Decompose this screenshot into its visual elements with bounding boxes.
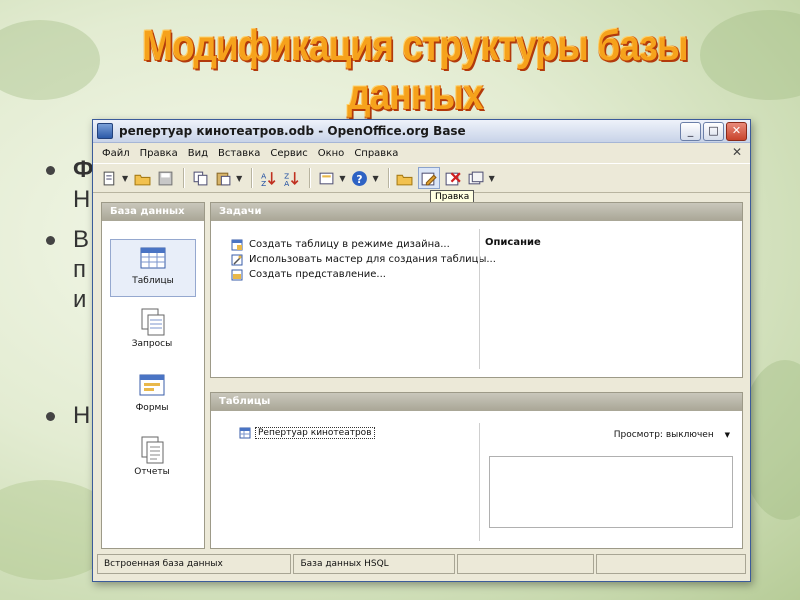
chevron-down-icon[interactable]: ▼: [372, 174, 378, 183]
menu-file[interactable]: Файл: [97, 148, 135, 159]
task-create-table-design[interactable]: Создать таблицу в режиме дизайна...: [231, 237, 496, 252]
forms-icon: [139, 374, 165, 396]
nav-forms[interactable]: Формы: [110, 367, 194, 423]
tables-icon: [140, 247, 166, 269]
status-cell-empty: [457, 554, 595, 574]
menubar: Файл Правка Вид Вставка Сервис Окно Спра…: [93, 143, 750, 163]
queries-icon: [141, 308, 165, 336]
preview-label: Просмотр: выключен: [613, 430, 714, 440]
maximize-button[interactable]: □: [703, 122, 724, 141]
table-item[interactable]: Репертуар кинотеатров: [239, 427, 375, 439]
openoffice-base-window: репертуар кинотеатров.odb - OpenOffice.o…: [92, 119, 751, 582]
svg-text:Z: Z: [261, 178, 266, 186]
preview-area: [489, 456, 733, 528]
nav-tables[interactable]: Таблицы: [110, 239, 196, 297]
task-label: Создать таблицу в режиме дизайна...: [249, 239, 450, 250]
nav-reports-label: Отчеты: [134, 467, 170, 477]
menu-insert[interactable]: Вставка: [213, 148, 265, 159]
open-folder-icon[interactable]: [132, 168, 152, 188]
reports-icon: [141, 436, 164, 464]
svg-text:?: ?: [356, 172, 362, 185]
sort-descending-icon[interactable]: ZA: [281, 168, 301, 188]
nav-tables-label: Таблицы: [132, 276, 174, 286]
window-titlebar[interactable]: репертуар кинотеатров.odb - OpenOffice.o…: [93, 120, 750, 143]
menu-window[interactable]: Окно: [313, 148, 350, 159]
help-icon[interactable]: ?: [349, 168, 369, 188]
chevron-down-icon: ▼: [724, 431, 730, 439]
nav-queries-label: Запросы: [131, 339, 173, 349]
chevron-down-icon[interactable]: ▼: [122, 174, 128, 183]
status-bar: Встроенная база данных База данных HSQL: [97, 554, 746, 574]
paste-icon[interactable]: [213, 168, 233, 188]
chevron-down-icon[interactable]: ▼: [339, 174, 345, 183]
wizard-icon: [231, 254, 243, 265]
status-embedded-db: Встроенная база данных: [97, 554, 292, 574]
status-cell-empty: [596, 554, 746, 574]
rename-icon[interactable]: [466, 168, 486, 188]
database-panel-header: База данных: [102, 203, 204, 221]
tasks-pane: Задачи Создать таблицу в режиме дизайна.…: [210, 202, 743, 378]
slide-title: Модификация структуры базы данных: [142, 22, 688, 119]
description-label: Описание: [485, 237, 541, 248]
minimize-button[interactable]: _: [680, 122, 701, 141]
table-item-label: Репертуар кинотеатров: [255, 427, 375, 439]
new-document-icon[interactable]: [99, 168, 119, 188]
bullet-line: и: [73, 286, 87, 313]
task-label: Создать представление...: [249, 269, 386, 280]
bullet-item: Ф: [46, 156, 93, 184]
window-title: репертуар кинотеатров.odb - OpenOffice.o…: [119, 124, 466, 138]
copy-icon[interactable]: [190, 168, 210, 188]
task-table-wizard[interactable]: Использовать мастер для создания таблицы…: [231, 252, 496, 267]
menu-edit[interactable]: Правка: [135, 148, 183, 159]
nav-queries[interactable]: Запросы: [110, 303, 194, 359]
bullet-item: В: [46, 226, 89, 254]
document-close-icon[interactable]: ✕: [732, 145, 742, 159]
menu-view[interactable]: Вид: [183, 148, 213, 159]
background-leaf: [0, 20, 100, 100]
tables-header: Таблицы: [211, 393, 742, 411]
bullet-item: Н: [46, 402, 90, 430]
app-icon: [97, 123, 113, 139]
task-create-view[interactable]: Создать представление...: [231, 267, 496, 282]
nav-forms-label: Формы: [135, 403, 169, 413]
close-button[interactable]: ✕: [726, 122, 747, 141]
task-label: Использовать мастер для создания таблицы…: [249, 254, 496, 265]
delete-icon[interactable]: [443, 168, 463, 188]
view-icon: [231, 269, 243, 280]
tables-pane: Таблицы Репертуар кинотеатров Просмотр: …: [210, 392, 743, 549]
chevron-down-icon[interactable]: ▼: [489, 174, 495, 183]
edit-icon[interactable]: [417, 167, 440, 189]
save-icon[interactable]: [155, 168, 175, 188]
open-database-object-icon[interactable]: [395, 168, 415, 188]
sort-ascending-icon[interactable]: AZ: [258, 168, 278, 188]
bullet-line: п: [73, 256, 86, 283]
bullet-line: Н: [73, 186, 91, 213]
preview-dropdown[interactable]: Просмотр: выключен ▼: [614, 430, 730, 440]
table-icon: [239, 427, 251, 439]
database-panel: База данных Таблицы Запросы Формы Отчеты: [101, 202, 205, 549]
tasks-header: Задачи: [211, 203, 742, 221]
standard-toolbar: ▼ ▼ AZ ZA ▼ ? ▼ ▼: [93, 163, 750, 193]
table-design-icon: [231, 239, 243, 250]
chevron-down-icon[interactable]: ▼: [236, 174, 242, 183]
form-icon[interactable]: [316, 168, 336, 188]
menu-help[interactable]: Справка: [349, 148, 403, 159]
menu-tools[interactable]: Сервис: [265, 148, 312, 159]
nav-reports[interactable]: Отчеты: [110, 431, 194, 487]
status-db-type: База данных HSQL: [293, 554, 456, 574]
